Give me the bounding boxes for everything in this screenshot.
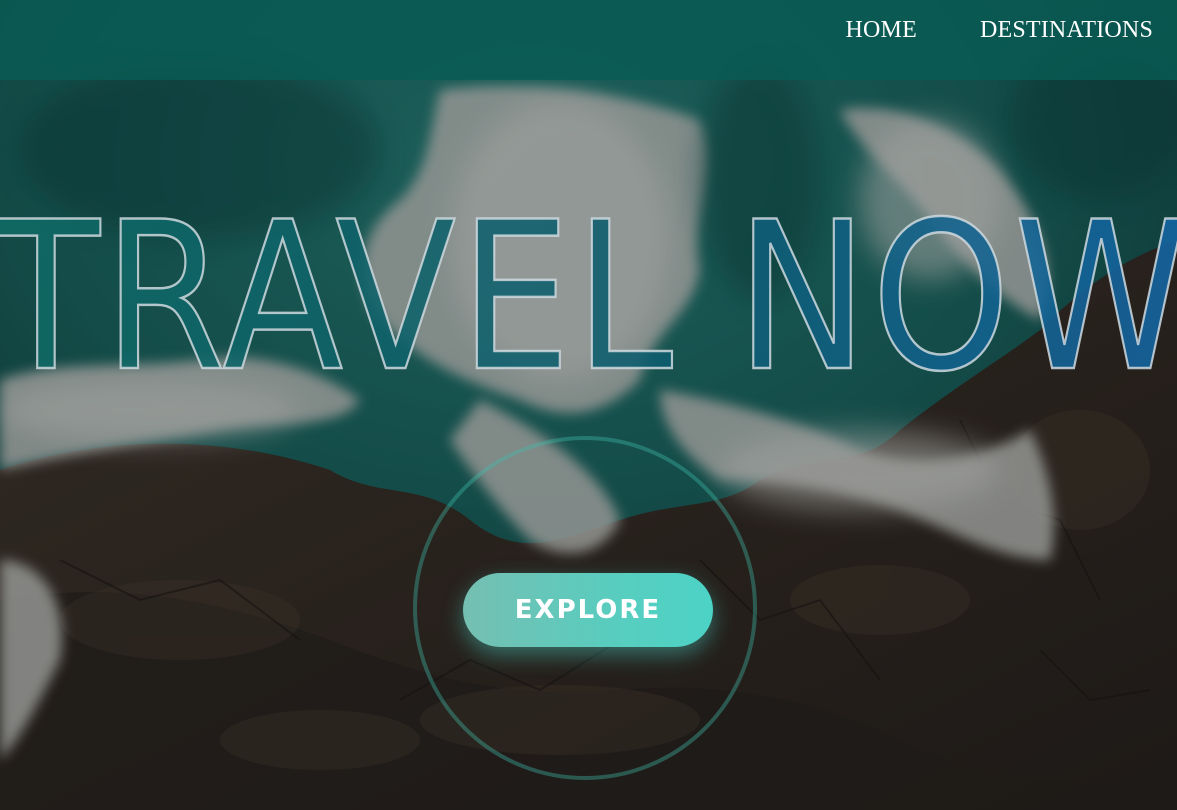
- top-navbar: HOME DESTINATIONS: [0, 0, 1177, 80]
- nav-link-home[interactable]: HOME: [845, 17, 916, 44]
- nav-links: HOME DESTINATIONS: [845, 0, 1153, 60]
- nav-link-destinations[interactable]: DESTINATIONS: [980, 17, 1153, 44]
- hero-headline-text: TRAVEL NOW: [0, 179, 1177, 410]
- explore-button[interactable]: EXPLORE: [463, 573, 713, 647]
- hero-section: HOME DESTINATIONS TRAVEL NOW EXPLORE: [0, 0, 1177, 810]
- explore-button-label: EXPLORE: [514, 595, 662, 625]
- hero-headline: TRAVEL NOW: [0, 178, 1177, 410]
